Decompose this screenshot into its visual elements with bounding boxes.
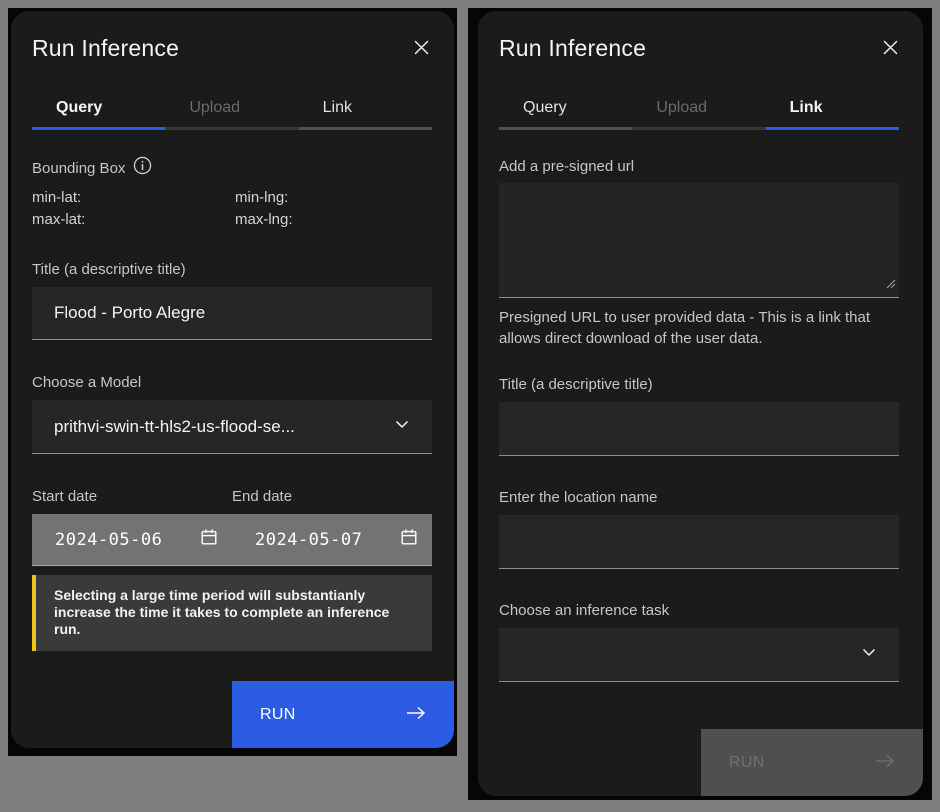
- run-inference-dialog-query: Run Inference Query Upload Link Bounding…: [11, 11, 454, 748]
- close-button[interactable]: [409, 37, 433, 61]
- page-title: Run Inference: [32, 35, 179, 62]
- warning-text: Selecting a large time period will subst…: [54, 587, 416, 638]
- screenshot-left: Run Inference Query Upload Link Bounding…: [8, 8, 457, 756]
- model-select-value: prithvi-swin-tt-hls2-us-flood-se...: [54, 417, 295, 437]
- close-button[interactable]: [878, 37, 902, 61]
- title-input[interactable]: [32, 287, 432, 340]
- url-helper-text: Presigned URL to user provided data - Th…: [499, 307, 899, 349]
- date-range-strip: 2024-05-06 2024-05-07: [32, 514, 432, 566]
- location-input[interactable]: [499, 515, 899, 569]
- min-lng-label: min-lng:: [235, 187, 432, 209]
- arrow-right-icon: [875, 753, 895, 772]
- bounding-box-values: min-lat: min-lng: max-lat: max-lng:: [32, 187, 433, 231]
- url-field-label: Add a pre-signed url: [499, 158, 902, 175]
- run-button-label: RUN: [260, 706, 296, 724]
- title-input[interactable]: [499, 402, 899, 456]
- tab-bar: Query Upload Link: [499, 88, 899, 130]
- bounding-box-label: Bounding Box: [32, 160, 125, 177]
- close-icon: [883, 40, 898, 58]
- end-date-value: 2024-05-07: [255, 530, 388, 550]
- close-icon: [414, 40, 429, 58]
- page-title: Run Inference: [499, 35, 646, 62]
- calendar-icon[interactable]: [200, 528, 218, 551]
- title-field-label: Title (a descriptive title): [499, 376, 902, 393]
- tab-query[interactable]: Query: [499, 88, 632, 130]
- start-date-value: 2024-05-06: [55, 530, 188, 550]
- chevron-down-icon: [394, 416, 410, 437]
- calendar-icon[interactable]: [400, 528, 418, 551]
- run-button-disabled[interactable]: RUN: [701, 729, 923, 796]
- tab-query[interactable]: Query: [32, 88, 165, 130]
- end-date-label: End date: [232, 488, 432, 505]
- info-icon[interactable]: [133, 156, 152, 180]
- start-date-input[interactable]: 2024-05-06: [32, 514, 232, 565]
- time-period-warning: Selecting a large time period will subst…: [32, 575, 432, 651]
- start-date-label: Start date: [32, 488, 232, 505]
- arrow-right-icon: [406, 705, 426, 724]
- max-lng-label: max-lng:: [235, 209, 432, 231]
- resize-grip-icon[interactable]: [885, 276, 896, 294]
- end-date-input[interactable]: 2024-05-07: [232, 514, 432, 565]
- max-lat-label: max-lat:: [32, 209, 235, 231]
- location-field-label: Enter the location name: [499, 489, 902, 506]
- tab-link[interactable]: Link: [299, 88, 432, 130]
- run-inference-dialog-link: Run Inference Query Upload Link Add a pr…: [478, 11, 923, 796]
- tab-link[interactable]: Link: [766, 88, 899, 130]
- presigned-url-textarea[interactable]: [499, 183, 899, 298]
- tab-upload[interactable]: Upload: [165, 88, 298, 130]
- run-button-label: RUN: [729, 754, 765, 772]
- title-field-label: Title (a descriptive title): [32, 261, 433, 278]
- inference-task-select[interactable]: [499, 628, 899, 682]
- model-select[interactable]: prithvi-swin-tt-hls2-us-flood-se...: [32, 400, 432, 454]
- tab-bar: Query Upload Link: [32, 88, 432, 130]
- run-button[interactable]: RUN: [232, 681, 454, 748]
- chevron-down-icon: [861, 644, 877, 665]
- task-field-label: Choose an inference task: [499, 602, 902, 619]
- model-field-label: Choose a Model: [32, 374, 433, 391]
- screenshot-right: Run Inference Query Upload Link Add a pr…: [468, 8, 932, 800]
- tab-upload[interactable]: Upload: [632, 88, 765, 130]
- min-lat-label: min-lat:: [32, 187, 235, 209]
